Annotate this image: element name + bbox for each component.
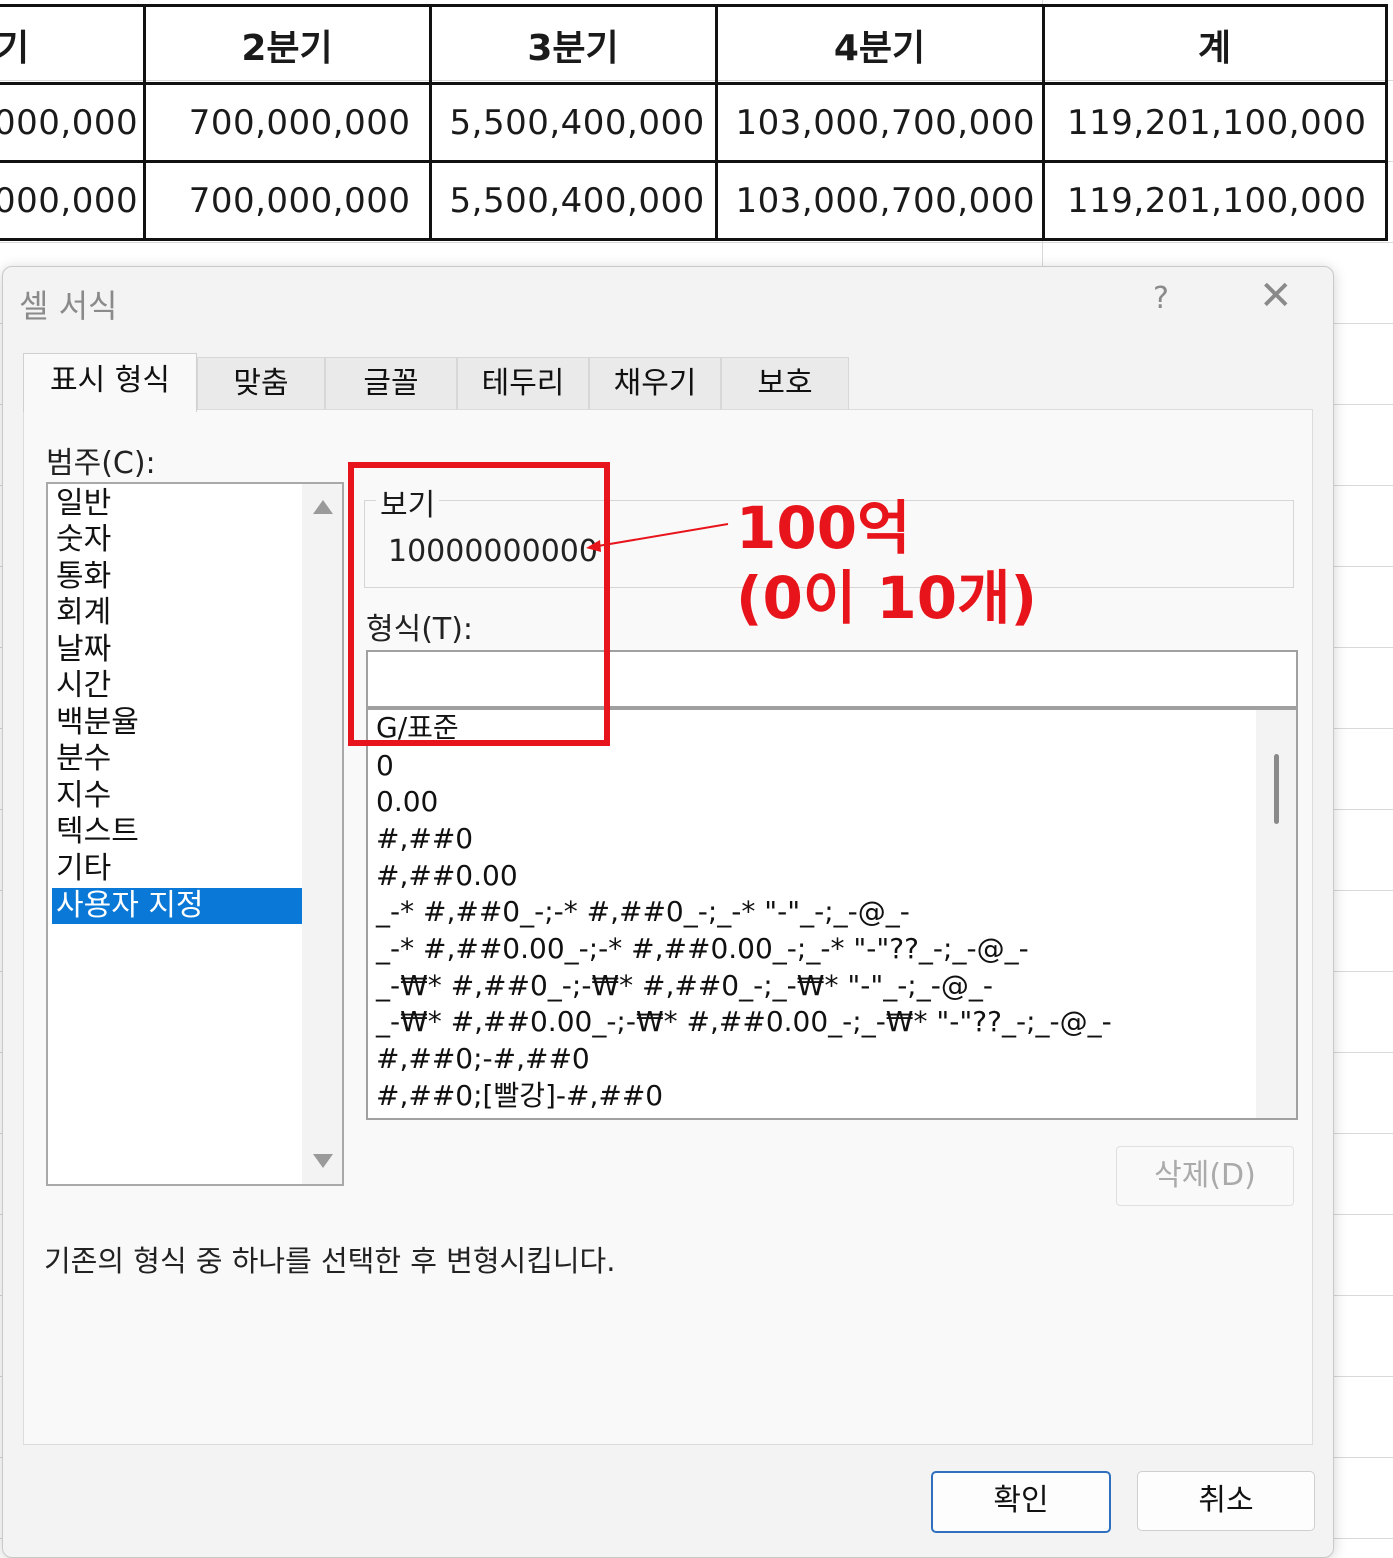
tab-border[interactable]: 테두리 bbox=[457, 357, 589, 410]
header-cell-q4[interactable]: 4분기 bbox=[714, 4, 1045, 85]
quarter-table-area: 기 2분기 3분기 4분기 계 000,000 700,000,000 5,50… bbox=[0, 0, 1388, 248]
list-item[interactable]: 지수 bbox=[56, 778, 111, 814]
list-item[interactable]: #,##0;[빨강]-#,##0 bbox=[376, 1078, 663, 1114]
annotation-subtitle: (0이 10개) bbox=[736, 564, 1037, 632]
table-cell[interactable]: 103,000,700,000 bbox=[714, 82, 1045, 163]
list-item[interactable]: _-₩* #,##0.00_-;-₩* #,##0.00_-;_-₩* "-"?… bbox=[376, 1004, 1112, 1040]
list-item[interactable]: _-* #,##0_-;-* #,##0_-;_-* "-"_-;_-@_- bbox=[376, 894, 910, 930]
scroll-up-icon[interactable] bbox=[313, 500, 333, 514]
list-item[interactable]: _-₩* #,##0_-;-₩* #,##0_-;_-₩* "-"_-;_-@_… bbox=[376, 968, 993, 1004]
tab-number-format[interactable]: 표시 형식 bbox=[23, 353, 197, 412]
list-item[interactable]: _-* #,##0.00_-;-* #,##0.00_-;_-* "-"??_-… bbox=[376, 931, 1029, 967]
table-cell[interactable]: 700,000,000 bbox=[142, 160, 432, 241]
table-row: 000,000 700,000,000 5,500,400,000 103,00… bbox=[0, 160, 1388, 241]
header-cell-q2[interactable]: 2분기 bbox=[142, 4, 432, 85]
list-item[interactable]: 0.00 bbox=[376, 784, 438, 820]
list-item[interactable]: 날짜 bbox=[56, 632, 111, 668]
format-list[interactable]: G/표준 0 0.00 #,##0 #,##0.00 _-* #,##0_-;-… bbox=[366, 708, 1298, 1120]
list-item[interactable]: 시간 bbox=[56, 668, 111, 704]
delete-button[interactable]: 삭제(D) bbox=[1116, 1146, 1294, 1206]
header-cell-q1[interactable]: 기 bbox=[0, 4, 146, 85]
cancel-button[interactable]: 취소 bbox=[1137, 1471, 1315, 1531]
category-scrollbar[interactable] bbox=[302, 484, 342, 1184]
dialog-title: 셀 서식 bbox=[19, 287, 118, 325]
ok-button[interactable]: 확인 bbox=[931, 1471, 1111, 1533]
highlight-box bbox=[348, 462, 610, 746]
list-item[interactable]: #,##0.00 bbox=[376, 858, 518, 894]
format-cells-dialog: 셀 서식 ? ✕ 표시 형식 맞춤 글꼴 테두리 채우기 보호 범주(C): 일… bbox=[2, 266, 1334, 1558]
header-cell-q3[interactable]: 3분기 bbox=[428, 4, 718, 85]
table-cell[interactable]: 119,201,100,000 bbox=[1041, 160, 1388, 241]
format-scrollbar[interactable] bbox=[1256, 710, 1296, 1118]
close-icon[interactable]: ✕ bbox=[1259, 273, 1293, 319]
list-item[interactable]: 일반 bbox=[56, 486, 111, 522]
list-item[interactable]: #,##0;-#,##0 bbox=[376, 1041, 590, 1077]
header-cell-total[interactable]: 계 bbox=[1041, 4, 1388, 85]
list-item[interactable]: 기타 bbox=[56, 851, 111, 887]
list-item[interactable]: 숫자 bbox=[56, 522, 111, 558]
table-cell[interactable]: 000,000 bbox=[0, 160, 146, 241]
table-cell[interactable]: 5,500,400,000 bbox=[428, 82, 718, 163]
table-cell[interactable]: 700,000,000 bbox=[142, 82, 432, 163]
table-row: 000,000 700,000,000 5,500,400,000 103,00… bbox=[0, 82, 1388, 163]
tab-alignment[interactable]: 맞춤 bbox=[197, 357, 325, 410]
format-description: 기존의 형식 중 하나를 선택한 후 변형시킵니다. bbox=[44, 1244, 616, 1278]
list-item[interactable]: 분수 bbox=[56, 741, 111, 777]
scroll-thumb[interactable] bbox=[1274, 754, 1279, 824]
category-label: 범주(C): bbox=[46, 446, 156, 481]
list-item[interactable]: 텍스트 bbox=[56, 814, 139, 850]
table-cell[interactable]: 119,201,100,000 bbox=[1041, 82, 1388, 163]
list-item[interactable]: 통화 bbox=[56, 559, 111, 595]
help-button[interactable]: ? bbox=[1153, 281, 1169, 316]
list-item[interactable]: 백분율 bbox=[56, 705, 139, 741]
list-item[interactable]: #,##0 bbox=[376, 821, 473, 857]
table-cell[interactable]: 5,500,400,000 bbox=[428, 160, 718, 241]
scroll-down-icon[interactable] bbox=[313, 1154, 333, 1168]
tab-font[interactable]: 글꼴 bbox=[325, 357, 457, 410]
number-format-panel: 범주(C): 일반 숫자 통화 회계 날짜 시간 백분율 분수 지수 텍스트 기… bbox=[23, 409, 1313, 1445]
list-item[interactable]: 회계 bbox=[56, 595, 111, 631]
table-cell[interactable]: 000,000 bbox=[0, 82, 146, 163]
list-item-selected[interactable]: 사용자 지정 bbox=[52, 888, 302, 924]
annotation-title: 100억 bbox=[736, 494, 911, 562]
table-cell[interactable]: 103,000,700,000 bbox=[714, 160, 1045, 241]
quarter-table: 기 2분기 3분기 4분기 계 000,000 700,000,000 5,50… bbox=[0, 4, 1388, 241]
list-item[interactable]: 0 bbox=[376, 748, 394, 784]
table-header-row: 기 2분기 3분기 4분기 계 bbox=[0, 4, 1388, 85]
tab-protection[interactable]: 보호 bbox=[721, 357, 849, 410]
tab-fill[interactable]: 채우기 bbox=[589, 357, 721, 410]
category-list[interactable]: 일반 숫자 통화 회계 날짜 시간 백분율 분수 지수 텍스트 기타 사용자 지… bbox=[46, 482, 344, 1186]
